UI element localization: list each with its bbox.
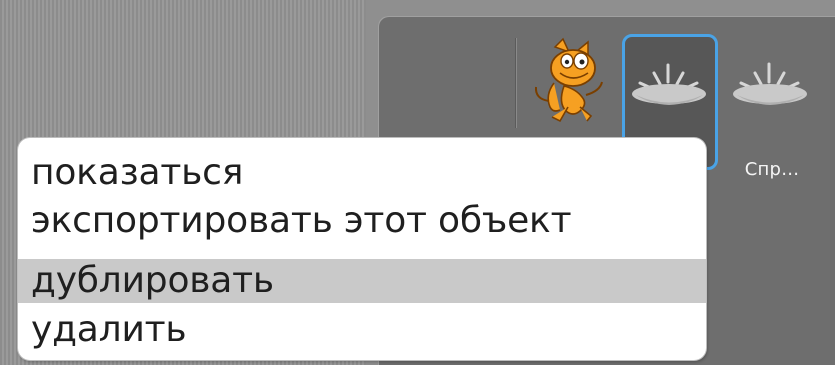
sprite-thumbnail-fountain[interactable]: Спр… [724,34,820,180]
sprite-pane-divider [515,38,516,128]
scratch-editor: Спр… показаться экспортировать этот объе… [0,0,835,365]
menu-item-duplicate[interactable]: дублировать [18,259,706,303]
menu-item-show[interactable]: показаться [18,150,706,195]
context-menu: показаться экспортировать этот объект ду… [18,138,706,360]
fountain-icon [733,62,807,105]
menu-item-export-object[interactable]: экспортировать этот объект [18,198,706,243]
menu-item-delete[interactable]: удалить [18,307,706,352]
sprite-label: Спр… [744,159,800,180]
